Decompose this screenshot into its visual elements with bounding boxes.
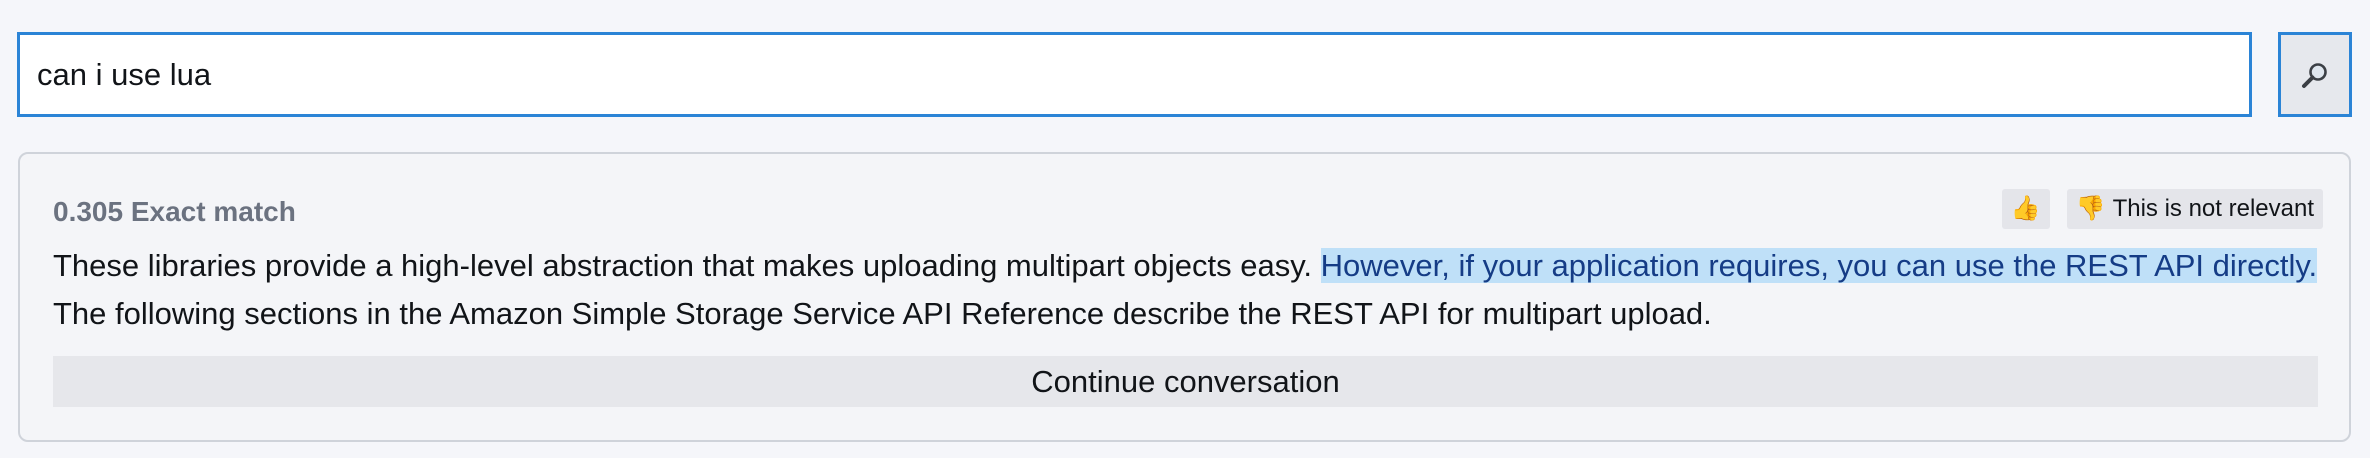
not-relevant-label: This is not relevant [2112, 195, 2314, 222]
score-value: 0.305 [53, 196, 124, 227]
result-card: 0.305 Exact match 👍 👎 This is not releva… [18, 152, 2351, 442]
thumbs-up-icon: 👍 [2010, 195, 2041, 222]
result-passage: These libraries provide a high-level abs… [53, 242, 2323, 338]
feedback-controls: 👍 👎 This is not relevant [2001, 189, 2323, 229]
match-type: Exact match [130, 196, 296, 227]
passage-text-before: These libraries provide a high-level abs… [53, 248, 1321, 283]
passage-text-after: The following sections in the Amazon Sim… [53, 296, 1712, 331]
search-button[interactable] [2278, 32, 2352, 117]
continue-conversation-button[interactable]: Continue conversation [53, 356, 2318, 407]
magnifier-icon [2300, 60, 2330, 90]
thumbs-down-icon: 👎 [2075, 195, 2106, 222]
score-line: 0.305 Exact match [53, 196, 296, 228]
search-input[interactable] [17, 32, 2252, 117]
search-results-page: 0.305 Exact match 👍 👎 This is not releva… [0, 0, 2370, 458]
not-relevant-button[interactable]: 👎 This is not relevant [2066, 189, 2323, 229]
thumbs-up-button[interactable]: 👍 [2001, 189, 2050, 229]
passage-highlight: However, if your application requires, y… [1320, 248, 2318, 283]
